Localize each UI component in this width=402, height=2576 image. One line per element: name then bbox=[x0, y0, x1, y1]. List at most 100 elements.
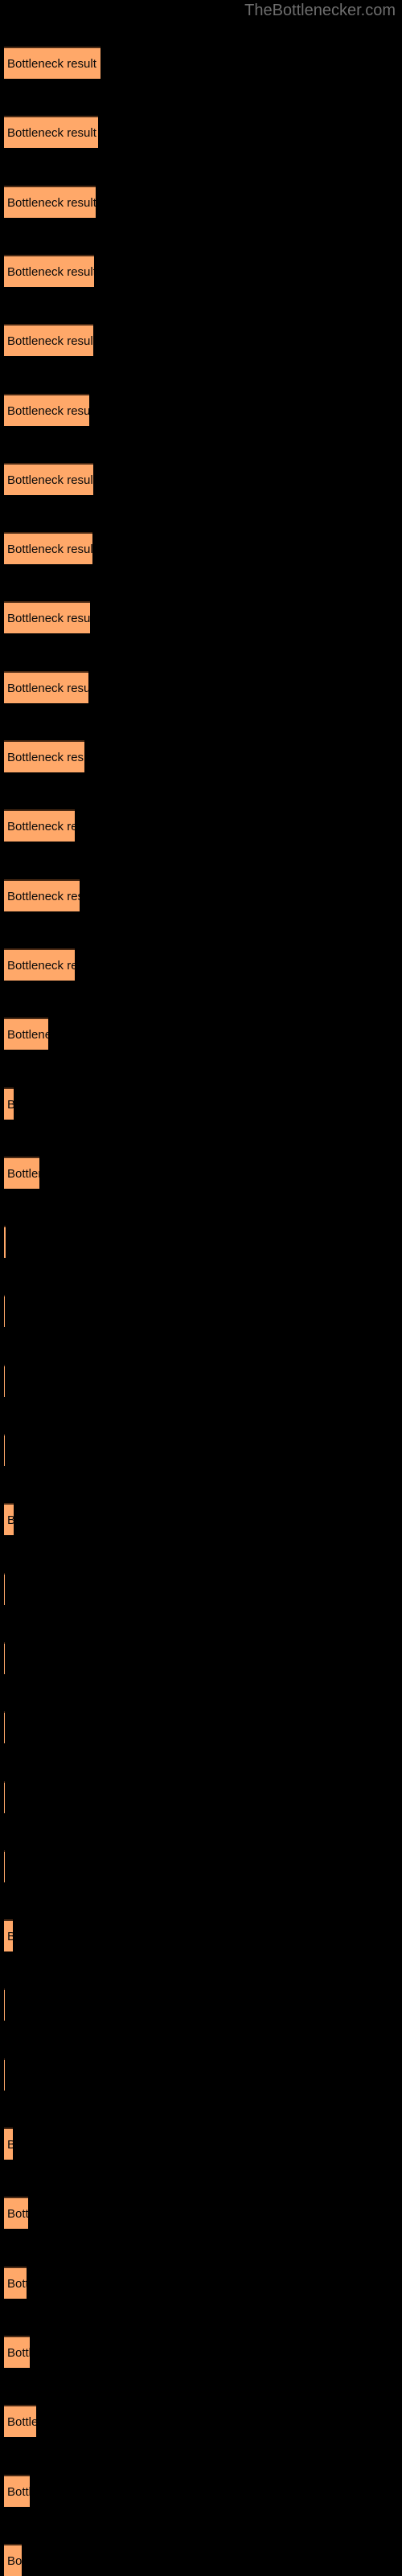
bar-row: Bottleneck result 12 bbox=[4, 809, 402, 842]
bar-label: Bottleneck result 37 bbox=[7, 2553, 22, 2568]
bar-label: Bottleneck result 31 bbox=[7, 2129, 13, 2160]
bar-row: Bottleneck result 21 bbox=[4, 1434, 402, 1466]
bar: Bottleneck result 17 bbox=[4, 1156, 39, 1189]
bar-row: Bottleneck result 35 bbox=[4, 2405, 402, 2438]
bar-label: Bottleneck result 6 bbox=[7, 403, 89, 418]
bar: Bottleneck result 30 bbox=[4, 2058, 5, 2091]
bar-row: Bottleneck result 29 bbox=[4, 1988, 402, 2021]
bar: Bottleneck result 10 bbox=[4, 670, 88, 703]
bar-row: Bottleneck result 7 bbox=[4, 462, 402, 495]
bar-label: Bottleneck result 1 bbox=[7, 57, 100, 71]
bar: Bottleneck result 29 bbox=[4, 1988, 5, 2021]
bar-label: Bottleneck result 34 bbox=[7, 2345, 30, 2360]
bar-row: Bottleneck result 19 bbox=[4, 1295, 402, 1328]
bar-row: Bottleneck result 30 bbox=[4, 2058, 402, 2091]
bar-label: Bottleneck result 7 bbox=[7, 473, 93, 487]
bar: Bottleneck result 23 bbox=[4, 1572, 5, 1605]
bar: Bottleneck result 28 bbox=[4, 1919, 13, 1952]
bar-label: Bottleneck result 16 bbox=[7, 1089, 14, 1120]
bar-label: Bottleneck result 8 bbox=[7, 543, 92, 557]
bar-row: Bottleneck result 32 bbox=[4, 2197, 402, 2230]
bar: Bottleneck result 18 bbox=[4, 1226, 6, 1259]
bar: Bottleneck result 19 bbox=[4, 1295, 5, 1328]
bar: Bottleneck result 13 bbox=[4, 878, 80, 911]
bar-row: Bottleneck result 27 bbox=[4, 1849, 402, 1882]
bar: Bottleneck result 16 bbox=[4, 1087, 14, 1120]
bar-row: Bottleneck result 16 bbox=[4, 1087, 402, 1120]
bar: Bottleneck result 5 bbox=[4, 324, 93, 357]
bar: Bottleneck result 37 bbox=[4, 2543, 22, 2576]
bar: Bottleneck result 31 bbox=[4, 2128, 13, 2160]
bar: Bottleneck result 12 bbox=[4, 809, 75, 842]
bar: Bottleneck result 22 bbox=[4, 1503, 14, 1536]
bar-label: Bottleneck result 32 bbox=[7, 2207, 28, 2222]
bar-label: Bottleneck result 33 bbox=[7, 2276, 27, 2291]
bar: Bottleneck result 11 bbox=[4, 740, 84, 772]
bar-row: Bottleneck result 18 bbox=[4, 1226, 402, 1259]
bar-row: Bottleneck result 5 bbox=[4, 324, 402, 357]
bar: Bottleneck result 8 bbox=[4, 532, 92, 565]
bar: Bottleneck result 7 bbox=[4, 462, 93, 495]
bar-row: Bottleneck result 23 bbox=[4, 1572, 402, 1605]
bar-row: Bottleneck result 17 bbox=[4, 1156, 402, 1189]
bar-row: Bottleneck result 10 bbox=[4, 670, 402, 703]
bar-row: Bottleneck result 25 bbox=[4, 1711, 402, 1744]
bar-label: Bottleneck result 9 bbox=[7, 612, 90, 626]
bar-row: Bottleneck result 4 bbox=[4, 254, 402, 287]
bar-row: Bottleneck result 34 bbox=[4, 2335, 402, 2368]
bar-label: Bottleneck result 2 bbox=[7, 126, 98, 141]
bar-row: Bottleneck result 14 bbox=[4, 948, 402, 981]
bar: Bottleneck result 32 bbox=[4, 2197, 28, 2230]
bar-label: Bottleneck result 10 bbox=[7, 681, 88, 695]
bar-row: Bottleneck result 15 bbox=[4, 1018, 402, 1050]
bar-row: Bottleneck result 6 bbox=[4, 393, 402, 426]
bar: Bottleneck result 27 bbox=[4, 1849, 5, 1882]
plot-area: Bottleneck result 1 Bottleneck result 2 Bo… bbox=[0, 0, 402, 2576]
bar-label: Bottleneck result 15 bbox=[7, 1028, 48, 1042]
bar-row: Bottleneck result 13 bbox=[4, 878, 402, 911]
bar-label: Bottleneck result 3 bbox=[7, 195, 96, 210]
bar: Bottleneck result 33 bbox=[4, 2266, 27, 2299]
bar: Bottleneck result 21 bbox=[4, 1434, 5, 1466]
bar-label: Bottleneck result 36 bbox=[7, 2484, 30, 2499]
bar-row: Bottleneck result 28 bbox=[4, 1919, 402, 1952]
bar-row: Bottleneck result 9 bbox=[4, 601, 402, 634]
bar: Bottleneck result 25 bbox=[4, 1711, 5, 1744]
bar: Bottleneck result 15 bbox=[4, 1018, 48, 1050]
bottleneck-bar-chart: TheBottlenecker.com Bottleneck result 1B… bbox=[0, 0, 402, 2576]
bar-label: Bottleneck result 13 bbox=[7, 889, 80, 903]
bar: Bottleneck result 24 bbox=[4, 1641, 5, 1674]
bar-label: Bottleneck result 11 bbox=[7, 751, 84, 764]
bar-row: Bottleneck result 24 bbox=[4, 1641, 402, 1674]
bar-label: Bottleneck result 14 bbox=[7, 958, 75, 973]
bar: Bottleneck result 26 bbox=[4, 1780, 5, 1813]
bar: Bottleneck result 2 bbox=[4, 116, 98, 149]
bar-label: Bottleneck result 5 bbox=[7, 334, 93, 349]
bar-row: Bottleneck result 1 bbox=[4, 47, 402, 79]
bar: Bottleneck result 14 bbox=[4, 948, 75, 981]
bar-label: Bottleneck result 12 bbox=[7, 820, 75, 834]
bar-row: Bottleneck result 8 bbox=[4, 532, 402, 565]
bar: Bottleneck result 6 bbox=[4, 393, 89, 426]
bar-row: Bottleneck result 37 bbox=[4, 2543, 402, 2576]
bar-label: Bottleneck result 17 bbox=[7, 1166, 39, 1181]
bar-row: Bottleneck result 20 bbox=[4, 1364, 402, 1397]
bar-label: Bottleneck result 35 bbox=[7, 2415, 36, 2430]
bar-row: Bottleneck result 31 bbox=[4, 2128, 402, 2160]
bar-row: Bottleneck result 33 bbox=[4, 2266, 402, 2299]
bar: Bottleneck result 9 bbox=[4, 601, 90, 634]
bar-row: Bottleneck result 26 bbox=[4, 1780, 402, 1813]
bar-row: Bottleneck result 11 bbox=[4, 740, 402, 772]
bar-label: Bottleneck result 22 bbox=[7, 1505, 14, 1535]
bar: Bottleneck result 34 bbox=[4, 2335, 30, 2368]
bar-row: Bottleneck result 3 bbox=[4, 185, 402, 218]
bar-label: Bottleneck result 28 bbox=[7, 1921, 13, 1951]
bar-row: Bottleneck result 22 bbox=[4, 1503, 402, 1536]
bar: Bottleneck result 36 bbox=[4, 2474, 30, 2507]
bar-label: Bottleneck result 4 bbox=[7, 264, 94, 279]
bar: Bottleneck result 35 bbox=[4, 2405, 36, 2438]
bar-row: Bottleneck result 2 bbox=[4, 116, 402, 149]
bar: Bottleneck result 3 bbox=[4, 185, 96, 218]
bar-row: Bottleneck result 36 bbox=[4, 2474, 402, 2507]
bar: Bottleneck result 1 bbox=[4, 47, 100, 79]
